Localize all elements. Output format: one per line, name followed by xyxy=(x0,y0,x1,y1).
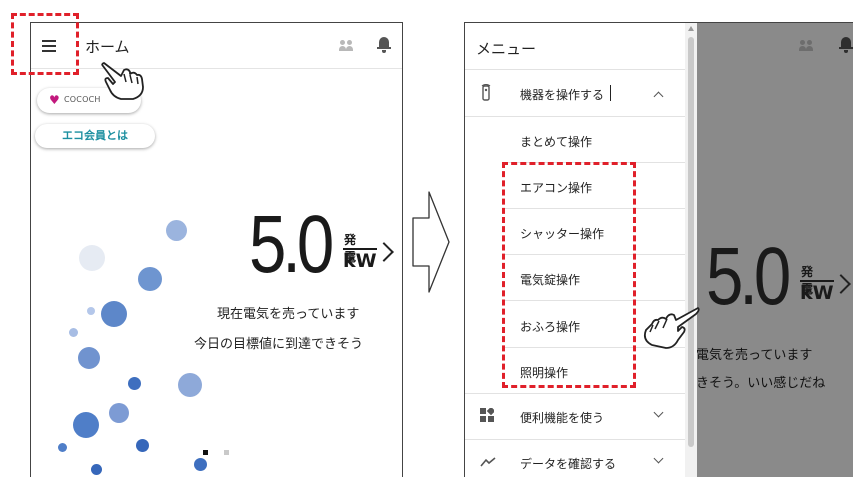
chevron-down-icon xyxy=(653,407,664,418)
power-value: 5.0 xyxy=(249,199,334,290)
pointer-hand-icon xyxy=(101,62,144,100)
remote-icon xyxy=(481,84,491,101)
chevron-right-icon xyxy=(374,242,394,262)
grid-icon xyxy=(480,408,494,422)
bell-icon xyxy=(839,36,853,53)
bell-icon[interactable] xyxy=(377,36,391,53)
chevron-down-icon xyxy=(653,453,664,464)
status-message-sub-dimmed: きそう。いい感じだね xyxy=(696,376,826,391)
power-value: 5.0 xyxy=(706,231,791,322)
status-message-sub: 今日の目標値に到達できそう xyxy=(194,337,364,352)
menu-title: メニュー xyxy=(476,40,537,58)
submenu-item-batch[interactable]: まとめて操作 xyxy=(520,133,592,150)
status-message-dimmed: 電気を売っています xyxy=(696,348,813,363)
power-unit: kW xyxy=(800,282,834,304)
highlight-menu-button xyxy=(11,13,79,75)
people-icon[interactable] xyxy=(339,40,355,52)
arrow-right-icon xyxy=(412,191,450,293)
cococh-label: COCOCH xyxy=(64,95,101,104)
drawer-scrollbar[interactable] xyxy=(685,23,697,477)
menu-section-label: 便利機能を使う xyxy=(520,411,605,425)
eco-member-button[interactable]: エコ会員とは xyxy=(35,124,155,148)
home-screen: ホーム ♥ COCOCH エコ会員とは 5.0 発電 kW 現在電気を売っていま… xyxy=(30,22,403,477)
power-unit: kW xyxy=(343,250,377,272)
app-header: ホーム xyxy=(31,23,402,69)
pointer-hand-icon xyxy=(643,307,700,349)
highlight-device-submenu xyxy=(502,162,636,388)
text-cursor xyxy=(610,85,611,101)
menu-section-label: データを確認する xyxy=(520,457,617,471)
people-icon xyxy=(799,40,815,52)
heart-icon: ♥ xyxy=(49,93,60,107)
chevron-up-icon xyxy=(653,91,664,102)
menu-section-label: 機器を操作する xyxy=(520,88,605,102)
page-title: ホーム xyxy=(85,38,130,56)
scrollbar-thumb[interactable] xyxy=(688,37,694,447)
status-message: 現在電気を売っています xyxy=(217,307,360,322)
chart-line-icon xyxy=(480,457,496,467)
chevron-right-icon xyxy=(831,274,851,294)
